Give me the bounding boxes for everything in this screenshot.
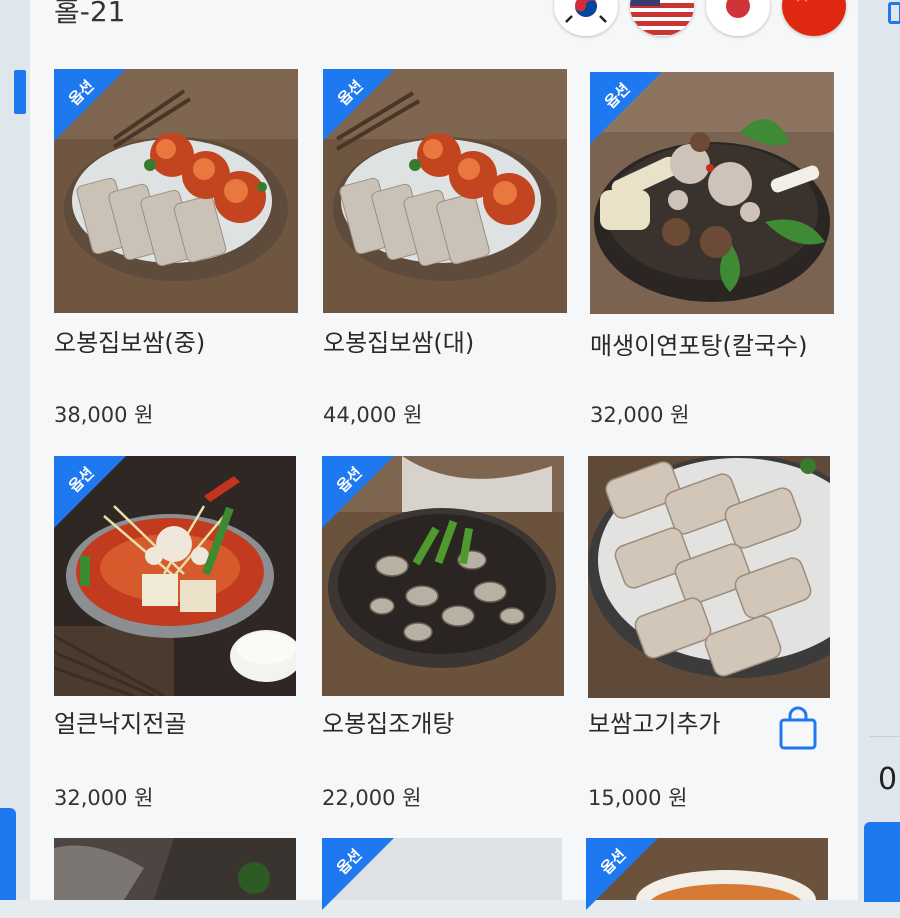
menu-item-price: 32,000 원 [590, 403, 690, 427]
cart-count-text: 0 [878, 762, 898, 797]
order-button[interactable] [864, 822, 900, 902]
menu-item-price: 15,000 원 [588, 786, 688, 810]
option-badge: 옵션 [586, 838, 666, 918]
option-badge: 옵션 [54, 456, 134, 536]
option-badge: 옵션 [323, 69, 403, 149]
cart-top-icon[interactable] [888, 2, 900, 24]
option-badge: 옵션 [590, 72, 670, 152]
table-title: 홀-21 [54, 0, 126, 28]
menu-item-name: 매생이연포탕(칼국수) [590, 332, 808, 360]
menu-item-price: 44,000 원 [323, 403, 423, 427]
menu-item-image[interactable] [588, 456, 830, 698]
menu-item-price: 32,000 원 [54, 786, 154, 810]
option-badge: 옵션 [322, 456, 402, 536]
menu-item-name: 오봉집보쌈(중) [54, 329, 206, 357]
option-badge: 옵션 [54, 69, 134, 149]
menu-item-name: 오봉집조개탕 [322, 710, 455, 738]
menu-item-image[interactable] [54, 838, 296, 900]
menu-item-name: 얼큰낙지전골 [54, 710, 187, 738]
cart-divider [870, 736, 900, 737]
menu-item-price: 38,000 원 [54, 403, 154, 427]
shopping-bag-icon[interactable] [778, 706, 818, 750]
menu-item-name: 오봉집보쌈(대) [323, 329, 475, 357]
left-category-strip [0, 0, 30, 900]
menu-item-price: 22,000 원 [322, 786, 422, 810]
left-action-button[interactable] [0, 808, 16, 900]
option-badge: 옵션 [322, 838, 402, 918]
category-selected-marker[interactable] [14, 70, 26, 114]
